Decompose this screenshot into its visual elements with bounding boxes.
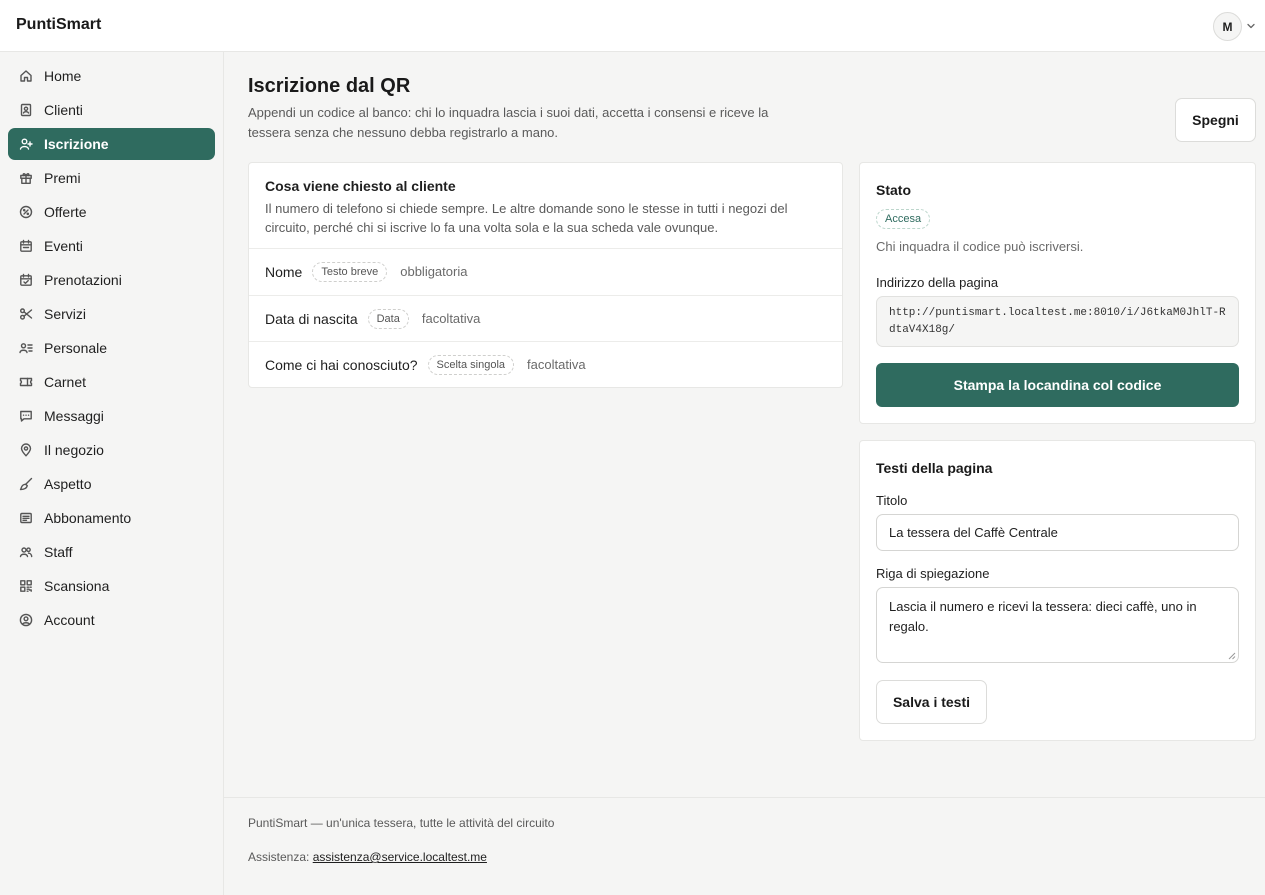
status-card-title: Stato: [876, 182, 911, 198]
print-poster-button[interactable]: Stampa la locandina col codice: [876, 363, 1239, 407]
sidebar-item-label: Iscrizione: [44, 136, 109, 152]
sidebar-item-iscrizione[interactable]: Iscrizione: [8, 128, 215, 160]
question-type-badge: Data: [367, 308, 409, 329]
sidebar-item-premi[interactable]: Premi: [8, 162, 215, 194]
sidebar-item-carnet[interactable]: Carnet: [8, 366, 215, 398]
sidebar-item-label: Il negozio: [44, 442, 104, 458]
question-requirement: facoltativa: [421, 311, 481, 326]
status-card: Stato Accesa Chi inquadra il codice può …: [859, 162, 1256, 424]
sidebar-item-eventi[interactable]: Eventi: [8, 230, 215, 262]
sidebar-item-label: Premi: [44, 170, 81, 186]
questions-card-title: Cosa viene chiesto al cliente: [265, 178, 456, 194]
subtitle-textarea[interactable]: Lascia il numero e ricevi la tessera: di…: [876, 587, 1239, 663]
support-label: Assistenza:: [248, 850, 310, 864]
sidebar-item-abbonamento[interactable]: Abbonamento: [8, 502, 215, 534]
sidebar-item-label: Servizi: [44, 306, 87, 322]
sidebar-item-label: Prenotazioni: [44, 272, 122, 288]
status-badge: Accesa: [876, 209, 931, 229]
sidebar-item-label: Scansiona: [44, 578, 110, 594]
main-content: Iscrizione dal QR Appendi un codice al b…: [224, 52, 1265, 797]
questions-card: Cosa viene chiesto al cliente Il numero …: [248, 162, 843, 388]
question-requirement: obbligatoria: [400, 264, 468, 279]
sidebar-item-clienti[interactable]: Clienti: [8, 94, 215, 126]
message-icon: [20, 410, 32, 422]
receipt-icon: [20, 512, 32, 524]
sidebar-item-offerte[interactable]: Offerte: [8, 196, 215, 228]
question-type-badge: Scelta singola: [427, 354, 515, 375]
footer-support: Assistenza: assistenza@service.localtest…: [248, 850, 487, 864]
sidebar-item-messaggi[interactable]: Messaggi: [8, 400, 215, 432]
user-plus-icon: [19, 138, 33, 150]
brush-icon: [19, 477, 33, 491]
sidebar-item-label: Abbonamento: [44, 510, 132, 526]
sidebar-item-staff[interactable]: Staff: [8, 536, 215, 568]
sidebar-item-il-negozio[interactable]: Il negozio: [8, 434, 215, 466]
scissors-icon: [20, 308, 33, 320]
page-address-field[interactable]: http://puntismart.localtest.me:8010/i/J6…: [876, 296, 1239, 347]
questions-card-description: Il numero di telefono si chiede sempre. …: [265, 201, 788, 235]
subtitle-field-label: Riga di spiegazione: [876, 566, 990, 581]
sidebar-item-account[interactable]: Account: [8, 604, 215, 636]
question-requirement: facoltativa: [527, 357, 586, 372]
sidebar-item-label: Home: [44, 68, 82, 84]
sidebar-item-scansiona[interactable]: Scansiona: [8, 570, 215, 602]
top-bar: PuntiSmart M: [0, 0, 1265, 52]
question-label: Come ci hai conosciuto?: [265, 356, 418, 373]
gift-icon: [20, 173, 32, 185]
footer: PuntiSmart — un'unica tessera, tutte le …: [224, 797, 1265, 895]
qr-code-icon: [20, 580, 32, 592]
sidebar-item-personale[interactable]: Personale: [8, 332, 215, 364]
avatar[interactable]: M: [1213, 12, 1242, 41]
page-texts-card-title: Testi della pagina: [876, 460, 993, 476]
calendar-check-icon: [20, 273, 32, 286]
brand-name[interactable]: PuntiSmart: [16, 16, 101, 34]
calendar-icon: [20, 239, 32, 252]
chevron-down-icon[interactable]: [1246, 21, 1256, 31]
user-circle-icon: [19, 613, 33, 627]
sidebar-item-servizi[interactable]: Servizi: [8, 298, 215, 330]
sidebar-item-label: Eventi: [44, 238, 83, 254]
badge-percent-icon: [19, 205, 33, 219]
sidebar: Home Clienti Iscrizione Premi Offerte Ev…: [0, 52, 224, 895]
page-title: Iscrizione dal QR: [248, 75, 411, 97]
title-field-label: Titolo: [876, 493, 908, 508]
address-book-icon: [20, 103, 32, 117]
question-row: Data di nascita Data facoltativa: [249, 295, 842, 341]
user-list-icon: [19, 343, 33, 354]
home-icon: [20, 70, 32, 82]
status-note: Chi inquadra il codice può iscriversi.: [876, 239, 1084, 254]
sidebar-item-label: Messaggi: [44, 408, 104, 424]
footer-tagline: PuntiSmart — un'unica tessera, tutte le …: [248, 816, 555, 830]
turn-off-button[interactable]: Spegni: [1175, 98, 1256, 142]
question-label: Data di nascita: [265, 310, 358, 327]
sidebar-item-label: Personale: [44, 340, 108, 356]
question-row: Come ci hai conosciuto? Scelta singola f…: [249, 341, 842, 387]
sidebar-item-prenotazioni[interactable]: Prenotazioni: [8, 264, 215, 296]
sidebar-item-label: Aspetto: [44, 476, 92, 492]
users-icon: [19, 547, 33, 558]
page-description: Appendi un codice al banco: chi lo inqua…: [248, 105, 769, 140]
sidebar-item-label: Clienti: [44, 102, 83, 118]
page-texts-card: Testi della pagina Titolo La tessera del…: [859, 440, 1256, 741]
address-label: Indirizzo della pagina: [876, 275, 999, 290]
save-texts-button[interactable]: Salva i testi: [876, 680, 987, 724]
support-email-link[interactable]: assistenza@service.localtest.me: [313, 850, 487, 864]
sidebar-item-label: Carnet: [44, 374, 87, 390]
resize-grip-icon[interactable]: [1228, 652, 1236, 660]
sidebar-item-label: Offerte: [44, 204, 87, 220]
sidebar-item-home[interactable]: Home: [8, 60, 215, 92]
sidebar-item-label: Account: [44, 612, 95, 628]
question-label: Nome: [265, 263, 303, 280]
subtitle-textarea-value: Lascia il numero e ricevi la tessera: di…: [889, 599, 1197, 634]
title-input[interactable]: La tessera del Caffè Centrale: [876, 514, 1239, 551]
sidebar-item-aspetto[interactable]: Aspetto: [8, 468, 215, 500]
map-pin-icon: [20, 443, 32, 457]
ticket-icon: [19, 377, 33, 387]
sidebar-item-label: Staff: [44, 544, 73, 560]
question-row: Nome Testo breve obbligatoria: [249, 248, 842, 294]
question-type-badge: Testo breve: [312, 261, 388, 282]
